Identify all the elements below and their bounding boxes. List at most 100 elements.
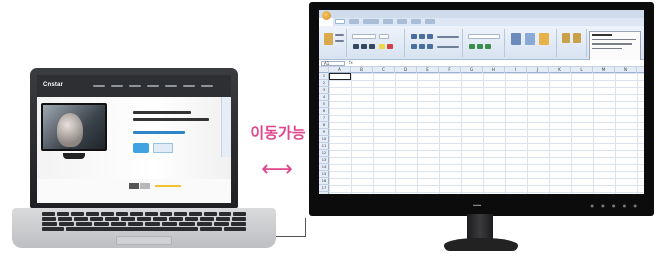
office-button-icon[interactable] bbox=[322, 11, 331, 20]
align-right-icon[interactable] bbox=[427, 44, 433, 49]
cell-styles-icon[interactable] bbox=[539, 33, 549, 45]
comma-icon[interactable] bbox=[485, 44, 491, 49]
row-header[interactable]: 11 bbox=[319, 143, 329, 150]
align-bottom-icon[interactable] bbox=[427, 34, 433, 39]
tooltip-text bbox=[592, 43, 632, 45]
banner-monitor-image bbox=[41, 103, 107, 151]
ribbon-tab[interactable] bbox=[335, 19, 345, 24]
row-header[interactable]: 9 bbox=[319, 129, 329, 136]
external-monitor: A1 fx ABCDEFGHIJKLMN 1 2 3 4 5 6 7 8 9 10 11 12 13 14… bbox=[309, 2, 654, 216]
underline-icon[interactable] bbox=[369, 44, 375, 49]
website-logo: Cnstar bbox=[43, 82, 64, 88]
connection-cable bbox=[305, 218, 306, 237]
slider-indicator[interactable] bbox=[140, 183, 150, 189]
banner-badge-free bbox=[153, 143, 173, 153]
ribbon-tab[interactable] bbox=[363, 19, 379, 24]
tooltip-text bbox=[592, 38, 636, 40]
align-center-icon[interactable] bbox=[419, 44, 425, 49]
percent-icon[interactable] bbox=[477, 44, 483, 49]
laptop-base bbox=[12, 208, 276, 248]
nav-item bbox=[147, 85, 159, 87]
align-top-icon[interactable] bbox=[411, 34, 417, 39]
monitor-screen: A1 fx ABCDEFGHIJKLMN 1 2 3 4 5 6 7 8 9 10 11 12 13 14… bbox=[319, 10, 644, 194]
movable-label: 이동가능 bbox=[250, 124, 306, 142]
laptop-screen: Cnstar bbox=[37, 75, 231, 203]
ribbon-tab[interactable] bbox=[425, 19, 435, 24]
row-header[interactable]: 6 bbox=[319, 108, 329, 115]
row-header[interactable]: 16 bbox=[319, 178, 329, 185]
bold-icon[interactable] bbox=[353, 44, 359, 49]
row-header[interactable]: 7 bbox=[319, 115, 329, 122]
conditional-format-icon[interactable] bbox=[511, 33, 521, 45]
monitor-stand-neck bbox=[467, 214, 493, 240]
row-header[interactable]: 10 bbox=[319, 136, 329, 143]
paste-icon[interactable] bbox=[324, 33, 333, 45]
font-name-select[interactable] bbox=[352, 34, 376, 39]
font-color-icon[interactable] bbox=[387, 44, 393, 49]
banner-badge bbox=[133, 143, 149, 153]
ribbon-group-alignment bbox=[407, 29, 463, 57]
row-header[interactable]: 15 bbox=[319, 171, 329, 178]
website-banner bbox=[37, 97, 231, 179]
double-arrow-icon: ⟷ bbox=[261, 157, 293, 182]
banner-subline bbox=[133, 131, 185, 134]
monitor-stand-base bbox=[444, 238, 518, 251]
formula-fx-icon[interactable]: fx bbox=[349, 60, 353, 65]
number-format-select[interactable] bbox=[468, 34, 500, 39]
spreadsheet-title-bar bbox=[319, 10, 644, 18]
ribbon-tab[interactable] bbox=[411, 19, 421, 24]
tooltip-text bbox=[592, 47, 622, 49]
row-header[interactable]: 1 bbox=[319, 73, 329, 80]
ribbon-tooltip bbox=[589, 31, 641, 61]
ribbon-label bbox=[437, 36, 459, 38]
ribbon-group-clipboard bbox=[321, 29, 347, 57]
ribbon-group-styles bbox=[507, 29, 557, 57]
ribbon-tab[interactable] bbox=[349, 19, 359, 24]
selected-cell[interactable] bbox=[329, 73, 351, 80]
spreadsheet-grid[interactable] bbox=[329, 73, 644, 194]
italic-icon[interactable] bbox=[361, 44, 367, 49]
monitor-buttons: ● ● ● ● ● bbox=[590, 203, 640, 208]
row-header[interactable]: 2 bbox=[319, 80, 329, 87]
row-header[interactable]: 14 bbox=[319, 164, 329, 171]
connection-cable bbox=[276, 236, 306, 237]
row-header[interactable]: 13 bbox=[319, 157, 329, 164]
row-header[interactable]: 5 bbox=[319, 101, 329, 108]
font-size-select[interactable] bbox=[379, 34, 389, 39]
ribbon-tab[interactable] bbox=[397, 19, 407, 24]
tooltip-title bbox=[592, 34, 612, 36]
delete-cells-icon[interactable] bbox=[573, 33, 581, 43]
ribbon-label bbox=[335, 34, 344, 36]
banner-monitor-stand bbox=[63, 153, 85, 159]
ribbon-label bbox=[437, 46, 459, 48]
currency-icon[interactable] bbox=[469, 44, 475, 49]
row-header[interactable]: 8 bbox=[319, 122, 329, 129]
slider-indicator[interactable] bbox=[129, 183, 139, 189]
table-format-icon[interactable] bbox=[525, 33, 535, 45]
insert-cells-icon[interactable] bbox=[562, 33, 570, 43]
name-box[interactable]: A1 bbox=[321, 61, 345, 66]
ribbon-group-number bbox=[465, 29, 505, 57]
fill-color-icon[interactable] bbox=[379, 44, 385, 49]
ribbon-tabs bbox=[333, 18, 644, 26]
banner-headline bbox=[133, 111, 191, 114]
ribbon-tab[interactable] bbox=[383, 19, 393, 24]
progress-bar bbox=[155, 185, 181, 187]
website-footer bbox=[37, 179, 231, 203]
banner-headline bbox=[133, 118, 209, 121]
laptop-keyboard bbox=[42, 212, 247, 234]
row-headers: 1 2 3 4 5 6 7 8 9 10 11 12 13 14 15 16 17 bbox=[319, 73, 329, 194]
nav-item bbox=[165, 85, 177, 87]
nav-item bbox=[111, 85, 123, 87]
laptop-lid: Cnstar bbox=[30, 68, 238, 208]
row-header[interactable]: 17 bbox=[319, 185, 329, 192]
nav-item bbox=[183, 85, 195, 87]
nav-item bbox=[129, 85, 141, 87]
align-left-icon[interactable] bbox=[411, 44, 417, 49]
row-header[interactable]: 3 bbox=[319, 87, 329, 94]
row-header[interactable]: 12 bbox=[319, 150, 329, 157]
ribbon-label bbox=[335, 40, 344, 42]
row-header[interactable]: 4 bbox=[319, 94, 329, 101]
align-middle-icon[interactable] bbox=[419, 34, 425, 39]
ribbon-group-cells bbox=[559, 29, 587, 57]
